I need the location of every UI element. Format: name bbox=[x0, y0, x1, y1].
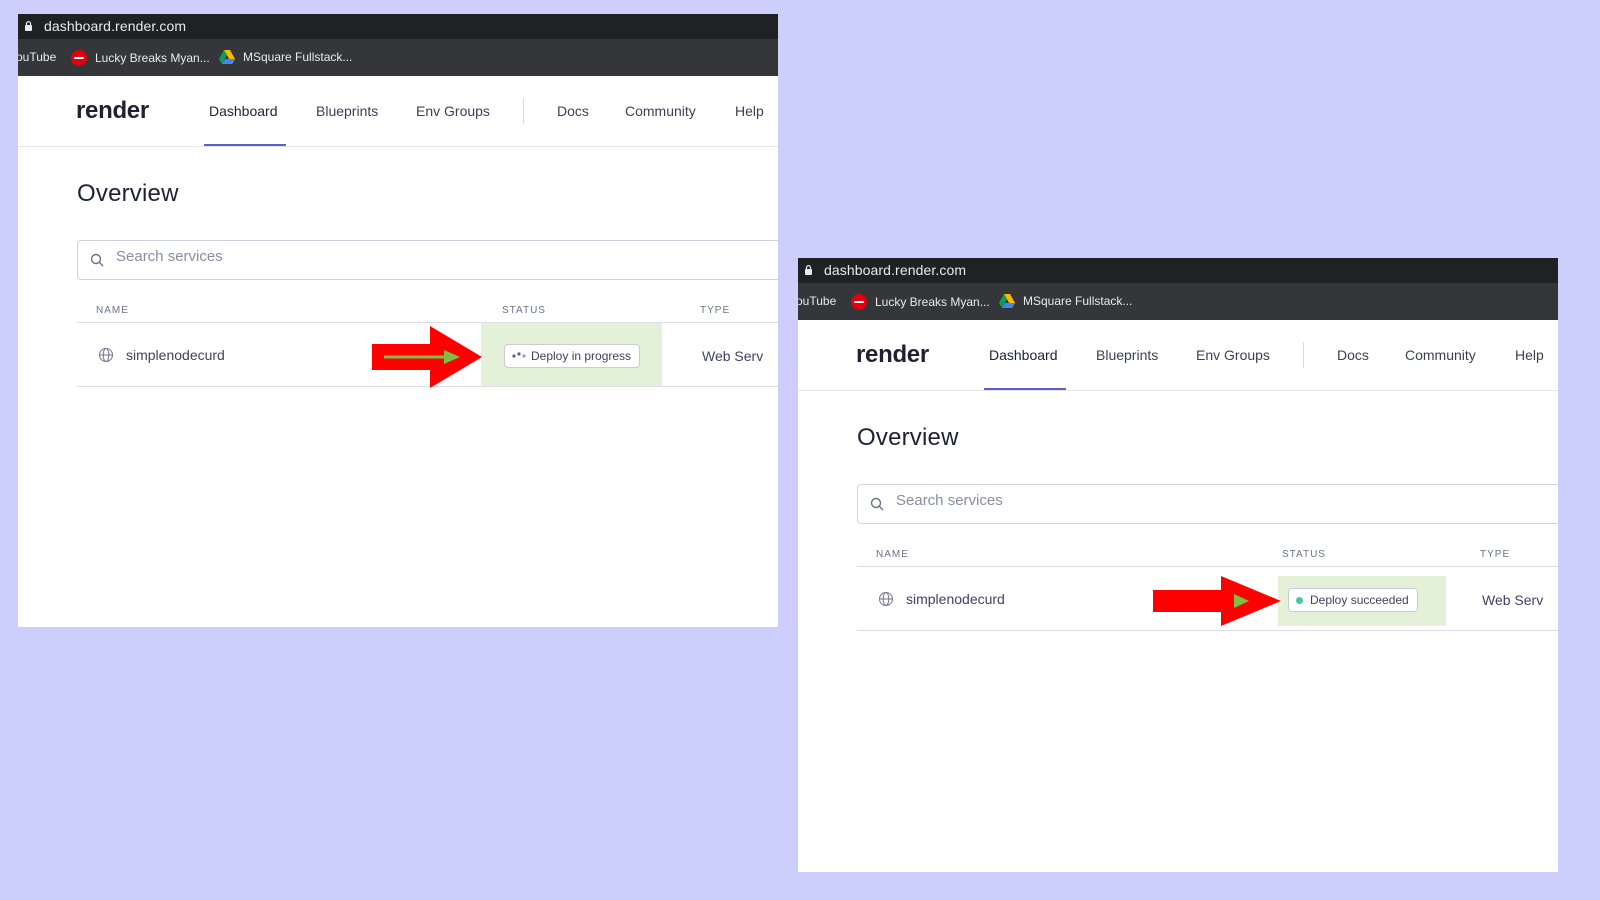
page-title: Overview bbox=[77, 180, 179, 207]
nav-active-underline bbox=[984, 388, 1066, 390]
column-header-name: NAME bbox=[876, 549, 909, 560]
status-badge: Deploy succeeded bbox=[1288, 588, 1418, 612]
nav-active-underline bbox=[204, 144, 286, 146]
bookmarks-bar: ouTube Lucky Breaks Myan... MSquare Full… bbox=[798, 283, 1558, 320]
search-icon bbox=[90, 253, 104, 267]
google-drive-icon bbox=[999, 294, 1015, 308]
service-type: Web Serv bbox=[1482, 592, 1544, 608]
search-box[interactable] bbox=[857, 484, 1558, 524]
globe-icon bbox=[98, 347, 114, 363]
bookmark-label: MSquare Fullstack... bbox=[243, 50, 353, 64]
bookmark-youtube[interactable]: ouTube bbox=[18, 50, 56, 64]
red-arrow-annotation bbox=[372, 326, 482, 388]
column-header-status: STATUS bbox=[1282, 549, 1326, 560]
column-header-name: NAME bbox=[96, 305, 129, 316]
nav-env-groups[interactable]: Env Groups bbox=[1196, 347, 1270, 363]
table-header-divider bbox=[77, 322, 778, 323]
bookmark-lucky-breaks[interactable]: Lucky Breaks Myan... bbox=[71, 50, 210, 66]
service-type: Web Serv bbox=[702, 348, 764, 364]
bookmark-label: ouTube bbox=[18, 50, 57, 64]
status-badge: Deploy in progress bbox=[504, 344, 641, 368]
bookmark-label: Lucky Breaks Myan... bbox=[875, 295, 990, 309]
bookmark-label: MSquare Fullstack... bbox=[1023, 294, 1133, 308]
nav-dashboard[interactable]: Dashboard bbox=[209, 103, 278, 119]
nav-divider bbox=[523, 98, 524, 124]
browser-url-bar[interactable]: dashboard.render.com bbox=[18, 14, 778, 39]
globe-icon bbox=[878, 591, 894, 607]
render-logo[interactable]: render bbox=[76, 97, 149, 125]
red-arrow-annotation bbox=[1153, 576, 1281, 626]
nav-community[interactable]: Community bbox=[625, 103, 696, 119]
nav-help[interactable]: Help bbox=[735, 103, 764, 119]
search-input[interactable] bbox=[114, 247, 718, 266]
lock-icon bbox=[25, 21, 32, 31]
search-input[interactable] bbox=[894, 491, 1498, 510]
coca-cola-icon bbox=[851, 294, 867, 310]
status-text: Deploy in progress bbox=[531, 349, 632, 363]
table-header-divider bbox=[857, 566, 1558, 567]
coca-cola-icon bbox=[71, 50, 87, 66]
success-dot-icon bbox=[1296, 596, 1303, 604]
screenshot-deploy-in-progress: dashboard.render.com ouTube Lucky Breaks… bbox=[18, 14, 778, 627]
bookmark-label: ouTube bbox=[798, 294, 837, 308]
status-text: Deploy succeeded bbox=[1310, 593, 1409, 607]
service-name: simplenodecurd bbox=[906, 591, 1005, 607]
nav-docs[interactable]: Docs bbox=[557, 103, 589, 119]
column-header-type: TYPE bbox=[1480, 549, 1511, 560]
nav-blueprints[interactable]: Blueprints bbox=[316, 103, 378, 119]
nav-env-groups[interactable]: Env Groups bbox=[416, 103, 490, 119]
lock-icon bbox=[805, 265, 812, 275]
url-text: dashboard.render.com bbox=[824, 262, 967, 278]
page-title: Overview bbox=[857, 424, 959, 451]
browser-url-bar[interactable]: dashboard.render.com bbox=[798, 258, 1558, 283]
nav-blueprints[interactable]: Blueprints bbox=[1096, 347, 1158, 363]
column-header-type: TYPE bbox=[700, 305, 731, 316]
google-drive-icon bbox=[219, 50, 235, 64]
table-row-divider bbox=[857, 630, 1558, 631]
nav-docs[interactable]: Docs bbox=[1337, 347, 1369, 363]
search-icon bbox=[870, 497, 884, 511]
top-nav: render Dashboard Blueprints Env Groups D… bbox=[18, 76, 778, 147]
url-text: dashboard.render.com bbox=[44, 18, 187, 34]
bookmarks-bar: ouTube Lucky Breaks Myan... MSquare Full… bbox=[18, 39, 778, 76]
search-box[interactable] bbox=[77, 240, 778, 280]
bookmark-msquare[interactable]: MSquare Fullstack... bbox=[219, 50, 352, 64]
nav-divider bbox=[1303, 342, 1304, 368]
nav-dashboard[interactable]: Dashboard bbox=[989, 347, 1058, 363]
service-name-cell[interactable]: simplenodecurd bbox=[98, 347, 225, 363]
column-header-status: STATUS bbox=[502, 305, 546, 316]
progress-dots-icon bbox=[512, 352, 526, 358]
top-nav: render Dashboard Blueprints Env Groups D… bbox=[798, 320, 1558, 391]
service-name-cell[interactable]: simplenodecurd bbox=[878, 591, 1005, 607]
bookmark-label: Lucky Breaks Myan... bbox=[95, 51, 210, 65]
bookmark-lucky-breaks[interactable]: Lucky Breaks Myan... bbox=[851, 294, 990, 310]
screenshot-deploy-succeeded: dashboard.render.com ouTube Lucky Breaks… bbox=[798, 258, 1558, 872]
bookmark-youtube[interactable]: ouTube bbox=[798, 294, 836, 308]
bookmark-msquare[interactable]: MSquare Fullstack... bbox=[999, 294, 1132, 308]
service-name: simplenodecurd bbox=[126, 347, 225, 363]
render-logo[interactable]: render bbox=[856, 341, 929, 369]
nav-community[interactable]: Community bbox=[1405, 347, 1476, 363]
nav-help[interactable]: Help bbox=[1515, 347, 1544, 363]
